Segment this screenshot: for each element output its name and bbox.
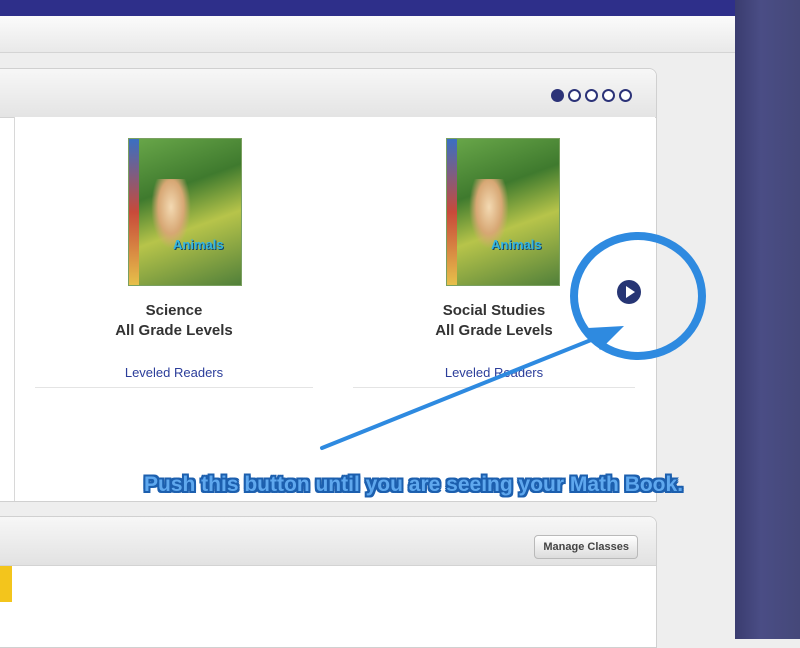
carousel-pager bbox=[551, 89, 632, 102]
pager-dot-4[interactable] bbox=[602, 89, 615, 102]
cover-spine bbox=[129, 139, 139, 285]
book-carousel-panel: Animals Science All Grade Levels Leveled… bbox=[0, 68, 657, 502]
carousel-header bbox=[0, 69, 656, 118]
manage-classes-button[interactable]: Manage Classes bbox=[534, 535, 638, 559]
leveled-readers-link[interactable]: Leveled Readers bbox=[333, 365, 655, 380]
cover-spine bbox=[447, 139, 457, 285]
book-subject: Science All Grade Levels bbox=[15, 301, 333, 341]
header-strip bbox=[0, 16, 735, 53]
book-cover-science[interactable]: Animals bbox=[129, 139, 241, 285]
pager-dot-3[interactable] bbox=[585, 89, 598, 102]
book-cover-social-studies[interactable]: Animals bbox=[447, 139, 559, 285]
classes-header: Manage Classes bbox=[0, 517, 656, 566]
book-tile-science: Animals Science All Grade Levels Leveled… bbox=[14, 117, 334, 501]
callout-highlight-ring bbox=[570, 232, 706, 360]
divider bbox=[35, 387, 313, 388]
pager-dot-1[interactable] bbox=[551, 89, 564, 102]
classes-panel: Manage Classes bbox=[0, 516, 657, 648]
callout-instruction-text: Push this button until you are seeing yo… bbox=[144, 473, 684, 496]
cover-title: Animals bbox=[491, 237, 542, 252]
yellow-tab-marker bbox=[0, 566, 12, 602]
pager-dot-5[interactable] bbox=[619, 89, 632, 102]
cover-title: Animals bbox=[173, 237, 224, 252]
leveled-readers-link[interactable]: Leveled Readers bbox=[15, 365, 333, 380]
grade-levels: All Grade Levels bbox=[115, 322, 233, 339]
top-nav-bar bbox=[0, 0, 735, 16]
divider bbox=[353, 387, 635, 388]
subject-name: Science bbox=[145, 302, 203, 319]
pager-dot-2[interactable] bbox=[568, 89, 581, 102]
side-background-panel bbox=[735, 0, 800, 639]
